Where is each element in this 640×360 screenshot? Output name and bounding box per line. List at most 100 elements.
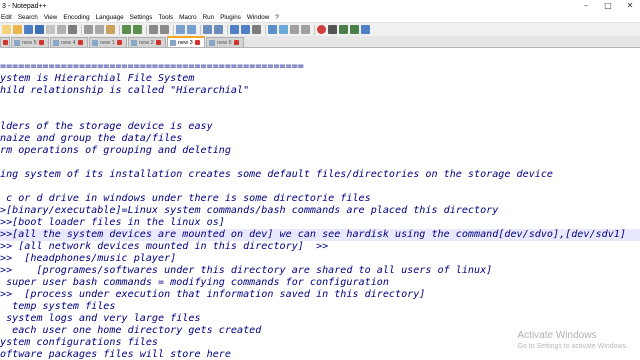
- cut-icon[interactable]: [84, 25, 93, 34]
- run-macro-multiple-icon[interactable]: [350, 25, 359, 34]
- toolbar-separator: [314, 24, 315, 35]
- tab-new-1[interactable]: new 1: [89, 37, 127, 47]
- open-file-icon[interactable]: [13, 25, 22, 34]
- text-line[interactable]: ing system of its installation creates s…: [0, 169, 640, 181]
- text-line[interactable]: >>[boot loader files in the linux os]: [0, 217, 640, 229]
- menu-encoding[interactable]: Encoding: [60, 14, 92, 21]
- new-file-icon[interactable]: [2, 25, 11, 34]
- close-file-icon[interactable]: [46, 25, 55, 34]
- watermark-subtitle: Go to Settings to activate Windows.: [517, 343, 629, 350]
- save-all-icon[interactable]: [35, 25, 44, 34]
- text-line[interactable]: [0, 157, 640, 169]
- current-text-line[interactable]: >>[all the system devices are mounted on…: [0, 229, 640, 241]
- text-line[interactable]: [0, 181, 640, 193]
- tab-new-4[interactable]: new 4: [50, 37, 88, 47]
- word-wrap-icon[interactable]: [230, 25, 239, 34]
- menu-plugins[interactable]: Plugins: [217, 14, 244, 21]
- text-line[interactable]: >> [process under execution that informa…: [0, 289, 640, 301]
- text-line[interactable]: rm operations of grouping and deleting: [0, 145, 640, 157]
- text-line[interactable]: >[binary/executable]=Linux system comman…: [0, 205, 640, 217]
- menu-search[interactable]: Search: [15, 14, 41, 21]
- tab-close-icon[interactable]: [233, 40, 239, 45]
- close-all-icon[interactable]: [57, 25, 66, 34]
- text-line[interactable]: [0, 109, 640, 121]
- menu-tools[interactable]: Tools: [155, 14, 176, 21]
- stop-recording-icon[interactable]: [328, 25, 337, 34]
- file-icon: [209, 39, 215, 46]
- paste-icon[interactable]: [106, 25, 115, 34]
- undo-icon[interactable]: [122, 25, 131, 34]
- folder-workspace-icon[interactable]: [301, 25, 310, 34]
- print-icon[interactable]: [68, 25, 77, 34]
- redo-icon[interactable]: [133, 25, 142, 34]
- document-map-icon[interactable]: [279, 25, 288, 34]
- close-button[interactable]: ✕: [622, 0, 638, 12]
- sync-vertical-icon[interactable]: [203, 25, 212, 34]
- save-macro-icon[interactable]: [361, 25, 370, 34]
- tab-bar: new 5 new 4 new 1 new 2 new 3 new 6: [0, 36, 640, 48]
- text-line[interactable]: >> [headphones/music player]: [0, 253, 640, 265]
- tab-partial[interactable]: [0, 37, 10, 47]
- activate-windows-watermark: Activate Windows Go to Settings to activ…: [518, 330, 629, 352]
- tab-close-icon[interactable]: [77, 40, 83, 45]
- text-line[interactable]: hild relationship is called "Hierarchial…: [0, 85, 640, 97]
- menu-edit[interactable]: Edit: [0, 14, 15, 21]
- save-icon[interactable]: [24, 25, 33, 34]
- toolbar-separator: [81, 24, 82, 35]
- editor-area[interactable]: ========================================…: [0, 48, 640, 360]
- file-icon: [14, 39, 20, 46]
- file-icon: [53, 39, 59, 46]
- tab-new-6[interactable]: new 6: [206, 37, 244, 47]
- file-icon: [170, 39, 176, 46]
- zoom-out-icon[interactable]: [187, 25, 196, 34]
- tab-close-icon[interactable]: [3, 40, 8, 45]
- copy-icon[interactable]: [95, 25, 104, 34]
- maximize-button[interactable]: □: [600, 0, 616, 12]
- toolbar-separator: [200, 24, 201, 35]
- tab-new-2[interactable]: new 2: [128, 37, 166, 47]
- toolbar-separator: [173, 24, 174, 35]
- tab-close-icon[interactable]: [116, 40, 122, 45]
- title-bar: 3 - Notepad++ – □ ✕: [0, 0, 640, 12]
- playback-icon[interactable]: [339, 25, 348, 34]
- text-line[interactable]: >> [programes/softwares under this direc…: [0, 265, 640, 277]
- tab-new-5[interactable]: new 5: [11, 37, 49, 47]
- replace-icon[interactable]: [160, 25, 169, 34]
- tab-close-icon[interactable]: [194, 40, 200, 45]
- text-line[interactable]: super user bash commands = modifying com…: [0, 277, 640, 289]
- text-line[interactable]: naize and group the data/files: [0, 133, 640, 145]
- tab-close-icon[interactable]: [38, 40, 44, 45]
- text-line[interactable]: ========================================…: [0, 61, 640, 73]
- text-line[interactable]: >> [all network devices mounted in this …: [0, 241, 640, 253]
- menu-run[interactable]: Run: [200, 14, 218, 21]
- text-line[interactable]: c or d drive in windows under there is s…: [0, 193, 640, 205]
- text-line[interactable]: [0, 97, 640, 109]
- menu-language[interactable]: Language: [93, 14, 127, 21]
- text-line[interactable]: temp system files: [0, 301, 640, 313]
- language-icon[interactable]: [268, 25, 277, 34]
- zoom-in-icon[interactable]: [176, 25, 185, 34]
- text-line[interactable]: ystem is Hierarchial File System: [0, 73, 640, 85]
- indent-guide-icon[interactable]: [252, 25, 261, 34]
- toolbar-separator: [265, 24, 266, 35]
- tab-new-3[interactable]: new 3: [167, 36, 205, 47]
- watermark-title: Activate Windows: [517, 330, 597, 341]
- function-list-icon[interactable]: [290, 25, 299, 34]
- menu-help[interactable]: ?: [272, 14, 282, 21]
- menu-view[interactable]: View: [41, 14, 61, 21]
- minimize-button[interactable]: –: [578, 0, 594, 12]
- menu-macro[interactable]: Macro: [176, 14, 200, 21]
- menu-settings[interactable]: Settings: [127, 14, 156, 21]
- text-line[interactable]: lders of the storage device is easy: [0, 121, 640, 133]
- text-line[interactable]: system logs and very large files: [0, 313, 640, 325]
- record-macro-icon[interactable]: [317, 25, 326, 34]
- menu-bar: Edit Search View Encoding Language Settings To…: [0, 12, 640, 22]
- menu-window[interactable]: Window: [244, 14, 272, 21]
- file-icon: [92, 39, 98, 46]
- toolbar-separator: [119, 24, 120, 35]
- find-icon[interactable]: [149, 25, 158, 34]
- tab-label: new 6: [217, 39, 232, 46]
- show-all-chars-icon[interactable]: [241, 25, 250, 34]
- tab-close-icon[interactable]: [155, 40, 161, 45]
- sync-horizontal-icon[interactable]: [214, 25, 223, 34]
